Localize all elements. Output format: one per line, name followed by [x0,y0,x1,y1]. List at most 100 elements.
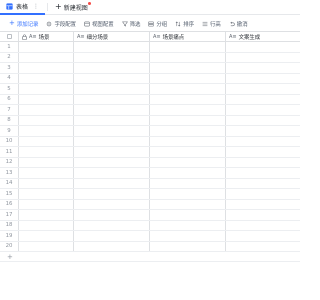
table-cell[interactable] [74,189,150,199]
table-cell[interactable] [19,168,74,178]
column-header-sub-scene[interactable]: A≡ 细分场景 [74,32,150,41]
table-cell[interactable] [150,63,226,73]
table-cell[interactable] [150,73,226,83]
table-row[interactable]: 13 [0,168,300,179]
table-cell[interactable] [150,189,226,199]
table-cell[interactable] [74,220,150,230]
table-cell[interactable] [19,63,74,73]
tab-table-view[interactable]: 表格 ⋮ [0,0,46,15]
table-cell[interactable] [74,199,150,209]
column-header-pain-point[interactable]: A≡ 场景痛点 [150,32,226,41]
undo-button[interactable]: 撤消 [225,20,252,28]
table-cell[interactable] [150,84,226,94]
table-cell[interactable] [19,126,74,136]
table-row[interactable]: 7 [0,105,300,116]
table-cell[interactable] [226,116,300,126]
new-view-button[interactable]: + 新建视图 [50,0,93,14]
table-cell[interactable] [226,158,300,168]
table-cell[interactable] [19,189,74,199]
column-header-copy-generation[interactable]: A≡ 文案生成 [226,32,300,41]
table-cell[interactable] [19,52,74,62]
table-row[interactable]: 9 [0,126,300,137]
table-cell[interactable] [150,199,226,209]
table-cell[interactable] [74,105,150,115]
table-cell[interactable] [150,42,226,52]
table-cell[interactable] [150,147,226,157]
table-cell[interactable] [74,157,150,167]
group-button[interactable]: 分组 [144,20,171,28]
table-cell[interactable] [19,147,74,157]
table-cell[interactable] [150,126,226,136]
table-cell[interactable] [150,178,226,188]
table-cell[interactable] [150,157,226,167]
table-cell[interactable] [74,84,150,94]
column-header-scene[interactable]: A≡ 场景 [19,32,74,41]
table-cell[interactable] [150,210,226,220]
filter-button[interactable]: 筛选 [118,20,145,28]
table-cell[interactable] [226,168,300,178]
table-cell[interactable] [74,178,150,188]
table-cell[interactable] [19,84,74,94]
table-cell[interactable] [226,53,300,63]
table-cell[interactable] [74,168,150,178]
table-row[interactable]: 16 [0,199,300,210]
sort-button[interactable]: 排序 [171,20,198,28]
table-cell[interactable] [226,126,300,136]
table-cell[interactable] [19,199,74,209]
table-cell[interactable] [226,95,300,105]
table-row[interactable]: 3 [0,63,300,74]
table-row[interactable]: 20 [0,241,300,252]
table-row[interactable]: 15 [0,189,300,200]
table-cell[interactable] [226,63,300,73]
table-cell[interactable] [150,168,226,178]
view-config-button[interactable]: 视图配置 [80,20,118,28]
table-cell[interactable] [74,94,150,104]
table-cell[interactable] [19,157,74,167]
table-cell[interactable] [19,136,74,146]
field-config-button[interactable]: 字段配置 [42,20,80,28]
table-cell[interactable] [226,147,300,157]
table-row[interactable]: 10 [0,136,300,147]
table-row[interactable]: 11 [0,147,300,158]
table-row[interactable]: 17 [0,210,300,221]
table-cell[interactable] [150,231,226,241]
table-cell[interactable] [19,105,74,115]
table-cell[interactable] [150,115,226,125]
table-cell[interactable] [150,94,226,104]
table-cell[interactable] [226,242,300,252]
table-cell[interactable] [226,42,300,52]
table-row[interactable]: 14 [0,178,300,189]
table-cell[interactable] [74,147,150,157]
table-cell[interactable] [74,241,150,251]
table-cell[interactable] [74,63,150,73]
add-record-button[interactable]: + 添加记录 [5,20,42,28]
table-cell[interactable] [150,136,226,146]
table-cell[interactable] [226,210,300,220]
table-cell[interactable] [19,231,74,241]
checkbox-icon[interactable] [6,34,12,39]
table-cell[interactable] [19,94,74,104]
table-cell[interactable] [74,210,150,220]
tab-more-icon[interactable]: ⋮ [33,3,39,10]
table-cell[interactable] [226,200,300,210]
table-cell[interactable] [74,136,150,146]
table-cell[interactable] [19,241,74,251]
table-cell[interactable] [150,105,226,115]
table-cell[interactable] [19,178,74,188]
table-cell[interactable] [226,74,300,84]
table-cell[interactable] [226,105,300,115]
table-cell[interactable] [74,52,150,62]
row-height-button[interactable]: 行高 [198,20,225,28]
table-cell[interactable] [74,115,150,125]
table-row[interactable]: 1 [0,42,300,53]
table-cell[interactable] [226,84,300,94]
table-cell[interactable] [226,231,300,241]
add-row-button[interactable]: + [0,252,300,262]
table-row[interactable]: 6 [0,94,300,105]
table-cell[interactable] [226,137,300,147]
table-cell[interactable] [19,220,74,230]
table-row[interactable]: 19 [0,231,300,242]
table-cell[interactable] [74,126,150,136]
table-cell[interactable] [74,42,150,52]
table-row[interactable]: 12 [0,157,300,168]
